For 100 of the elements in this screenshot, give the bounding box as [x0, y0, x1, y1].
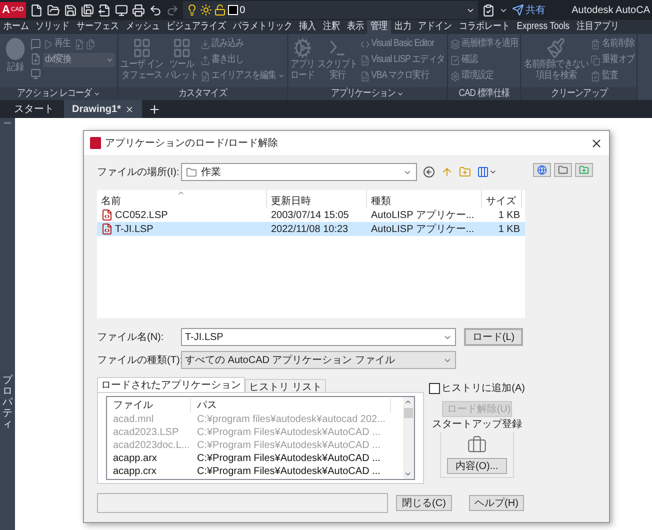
column-header[interactable]: 種類 — [367, 190, 482, 208]
column-header[interactable]: パス — [191, 398, 391, 412]
ribbon-tab[interactable]: コラボレート — [456, 20, 514, 34]
briefcase-icon[interactable] — [466, 435, 487, 455]
group-title: スタートアップ登録 — [432, 417, 522, 432]
column-header[interactable]: 更新日時 — [267, 190, 367, 208]
printer-icon[interactable] — [132, 4, 145, 16]
close-icon[interactable] — [124, 104, 134, 114]
color-swatch — [228, 5, 238, 15]
panel-title: CAD 標準仕様 — [458, 88, 510, 100]
export-icon[interactable] — [98, 4, 111, 16]
ribbon-tab[interactable]: メッシュ — [122, 20, 164, 34]
file-row[interactable]: T-JI.LSP 2022/11/08 10:23 AutoLISP アプリケー... 1 KB — [97, 222, 525, 236]
side-panel[interactable]: プロパティ — [0, 118, 15, 530]
table-cell-text: acad.mnl — [112, 413, 155, 427]
table-cell-text: 2003/07/14 15:05 — [271, 208, 349, 222]
table-cell-text: C:¥Program Files¥Autodesk¥AutoCAD ... — [196, 439, 382, 453]
globe-search-icon[interactable] — [533, 163, 551, 177]
ribbon-tab[interactable]: 出力 — [391, 20, 415, 34]
document-tab[interactable]: スタート — [6, 100, 62, 118]
load-button[interactable]: ロード(L) — [464, 328, 523, 346]
table-cell-text: AutoLISP アプリケー... — [371, 222, 474, 236]
dialog-tab[interactable]: ロードされたアプリケーション — [97, 377, 245, 392]
caret-icon[interactable] — [93, 90, 100, 98]
add-tab-icon[interactable] — [148, 102, 161, 116]
app-icon — [90, 137, 101, 149]
contents-button[interactable]: 内容(O)... — [446, 458, 507, 474]
file-name-field[interactable]: T-JI.LSP — [181, 328, 456, 346]
file-type-dropdown[interactable]: すべての AutoCAD アプリケーション ファイル — [181, 351, 456, 369]
table-cell-text: acapp.crx — [112, 465, 158, 479]
table-cell-text: T-JI.LSP — [115, 222, 154, 236]
ribbon-tab[interactable]: 注目アプリ — [572, 20, 622, 34]
table-cell-text: C:¥Program Files¥Autodesk¥AutoCAD ... — [196, 465, 382, 479]
speech-bubble-icon[interactable] — [30, 38, 41, 50]
checkbox-label: ヒストリに追加(A) — [442, 382, 525, 396]
file-input-icon[interactable] — [74, 38, 84, 50]
ribbon-button-label: ツール パレット — [166, 59, 198, 81]
scrollbar-thumb[interactable] — [404, 408, 413, 418]
ribbon-tab[interactable]: 表示 — [343, 20, 368, 34]
table-cell-text: acad2023.LSP — [112, 426, 180, 440]
save-icon[interactable] — [64, 4, 77, 16]
sun-icon[interactable] — [200, 4, 212, 16]
table-cell-text: C:¥Program Files¥Autodesk¥AutoCAD ... — [196, 452, 382, 466]
lisp-file-icon — [101, 209, 113, 221]
share-button[interactable]: 共有 — [512, 2, 546, 18]
ribbon-tab[interactable]: パラメトリック — [230, 20, 296, 34]
settings-icon — [450, 70, 460, 82]
ribbon-tab[interactable]: ホーム — [0, 20, 32, 34]
help-button[interactable]: ヘルプ(H) — [469, 495, 524, 511]
column-header[interactable]: 名前 — [97, 190, 267, 208]
dialog-tab[interactable]: ヒストリ リスト — [245, 379, 326, 392]
send-icon — [512, 4, 524, 16]
field-label: ファイルの場所(I): — [97, 166, 180, 180]
table-cell-text: CC052.LSP — [115, 208, 168, 222]
panel-title: カスタマイズ — [178, 88, 227, 100]
ribbon-button-label: スクリプト 実行 — [317, 59, 358, 81]
upload-icon — [200, 54, 210, 66]
ribbon-tab[interactable]: 挿入 — [296, 20, 320, 34]
back-icon[interactable] — [423, 166, 435, 178]
ribbon-button-label: ユーザ イン タフェース — [120, 59, 164, 81]
ribbon-tab[interactable]: ビジュアライズ — [163, 20, 230, 34]
bulb-icon[interactable] — [186, 4, 198, 16]
history-checkbox[interactable] — [428, 383, 440, 394]
folder-icon[interactable] — [554, 163, 572, 177]
view-menu-icon[interactable] — [477, 166, 497, 178]
clipboard-icon[interactable] — [482, 4, 495, 16]
file-edit-icon — [200, 70, 210, 82]
ribbon-tab[interactable]: 管理 — [367, 20, 391, 34]
column-header[interactable]: サイズ — [482, 190, 522, 208]
file-add-icon[interactable] — [30, 53, 41, 65]
new-file-icon[interactable] — [30, 4, 43, 16]
column-header[interactable]: ファイル — [107, 398, 191, 412]
scroll-up-icon[interactable] — [404, 398, 412, 406]
save-as-icon[interactable] — [80, 4, 94, 16]
undo-icon[interactable] — [148, 4, 162, 16]
ribbon-button-label: 名前削除できない 項目を検索 — [524, 59, 589, 81]
document-tab[interactable]: Drawing1* — [64, 100, 142, 118]
redo-icon[interactable] — [166, 4, 179, 16]
ribbon-tab[interactable]: Express Tools — [513, 20, 573, 34]
table-cell-text: acad2023doc.L... — [112, 439, 191, 453]
record-label: 記録 — [7, 62, 24, 74]
location-dropdown[interactable]: 作業 — [181, 163, 417, 181]
ribbon-tab[interactable]: サーフェス — [73, 20, 122, 34]
ribbon-tab[interactable]: アドイン — [414, 20, 456, 34]
ribbon-tab[interactable]: ソリッド — [32, 20, 74, 34]
close-icon[interactable] — [590, 136, 603, 150]
layers-icon — [450, 38, 460, 50]
scroll-down-icon[interactable] — [404, 470, 412, 478]
ribbon-tab[interactable]: 注釈 — [320, 20, 344, 34]
panel-title: アクション レコーダ — [17, 88, 92, 100]
add-folder-icon[interactable] — [575, 163, 593, 177]
layer-dropdown[interactable]: 0 — [182, 1, 478, 19]
close-button[interactable]: 閉じる(C) — [396, 495, 452, 511]
file-row[interactable]: CC052.LSP 2003/07/14 15:05 AutoLISP アプリケー... 1 KB — [97, 208, 525, 222]
table-cell-text: 1 KB — [498, 222, 520, 236]
monitor-icon[interactable] — [114, 4, 128, 16]
caret-icon[interactable] — [397, 90, 404, 98]
scrollbar[interactable] — [402, 397, 414, 479]
unlocked-icon[interactable] — [214, 4, 226, 16]
open-folder-icon[interactable] — [46, 4, 60, 16]
